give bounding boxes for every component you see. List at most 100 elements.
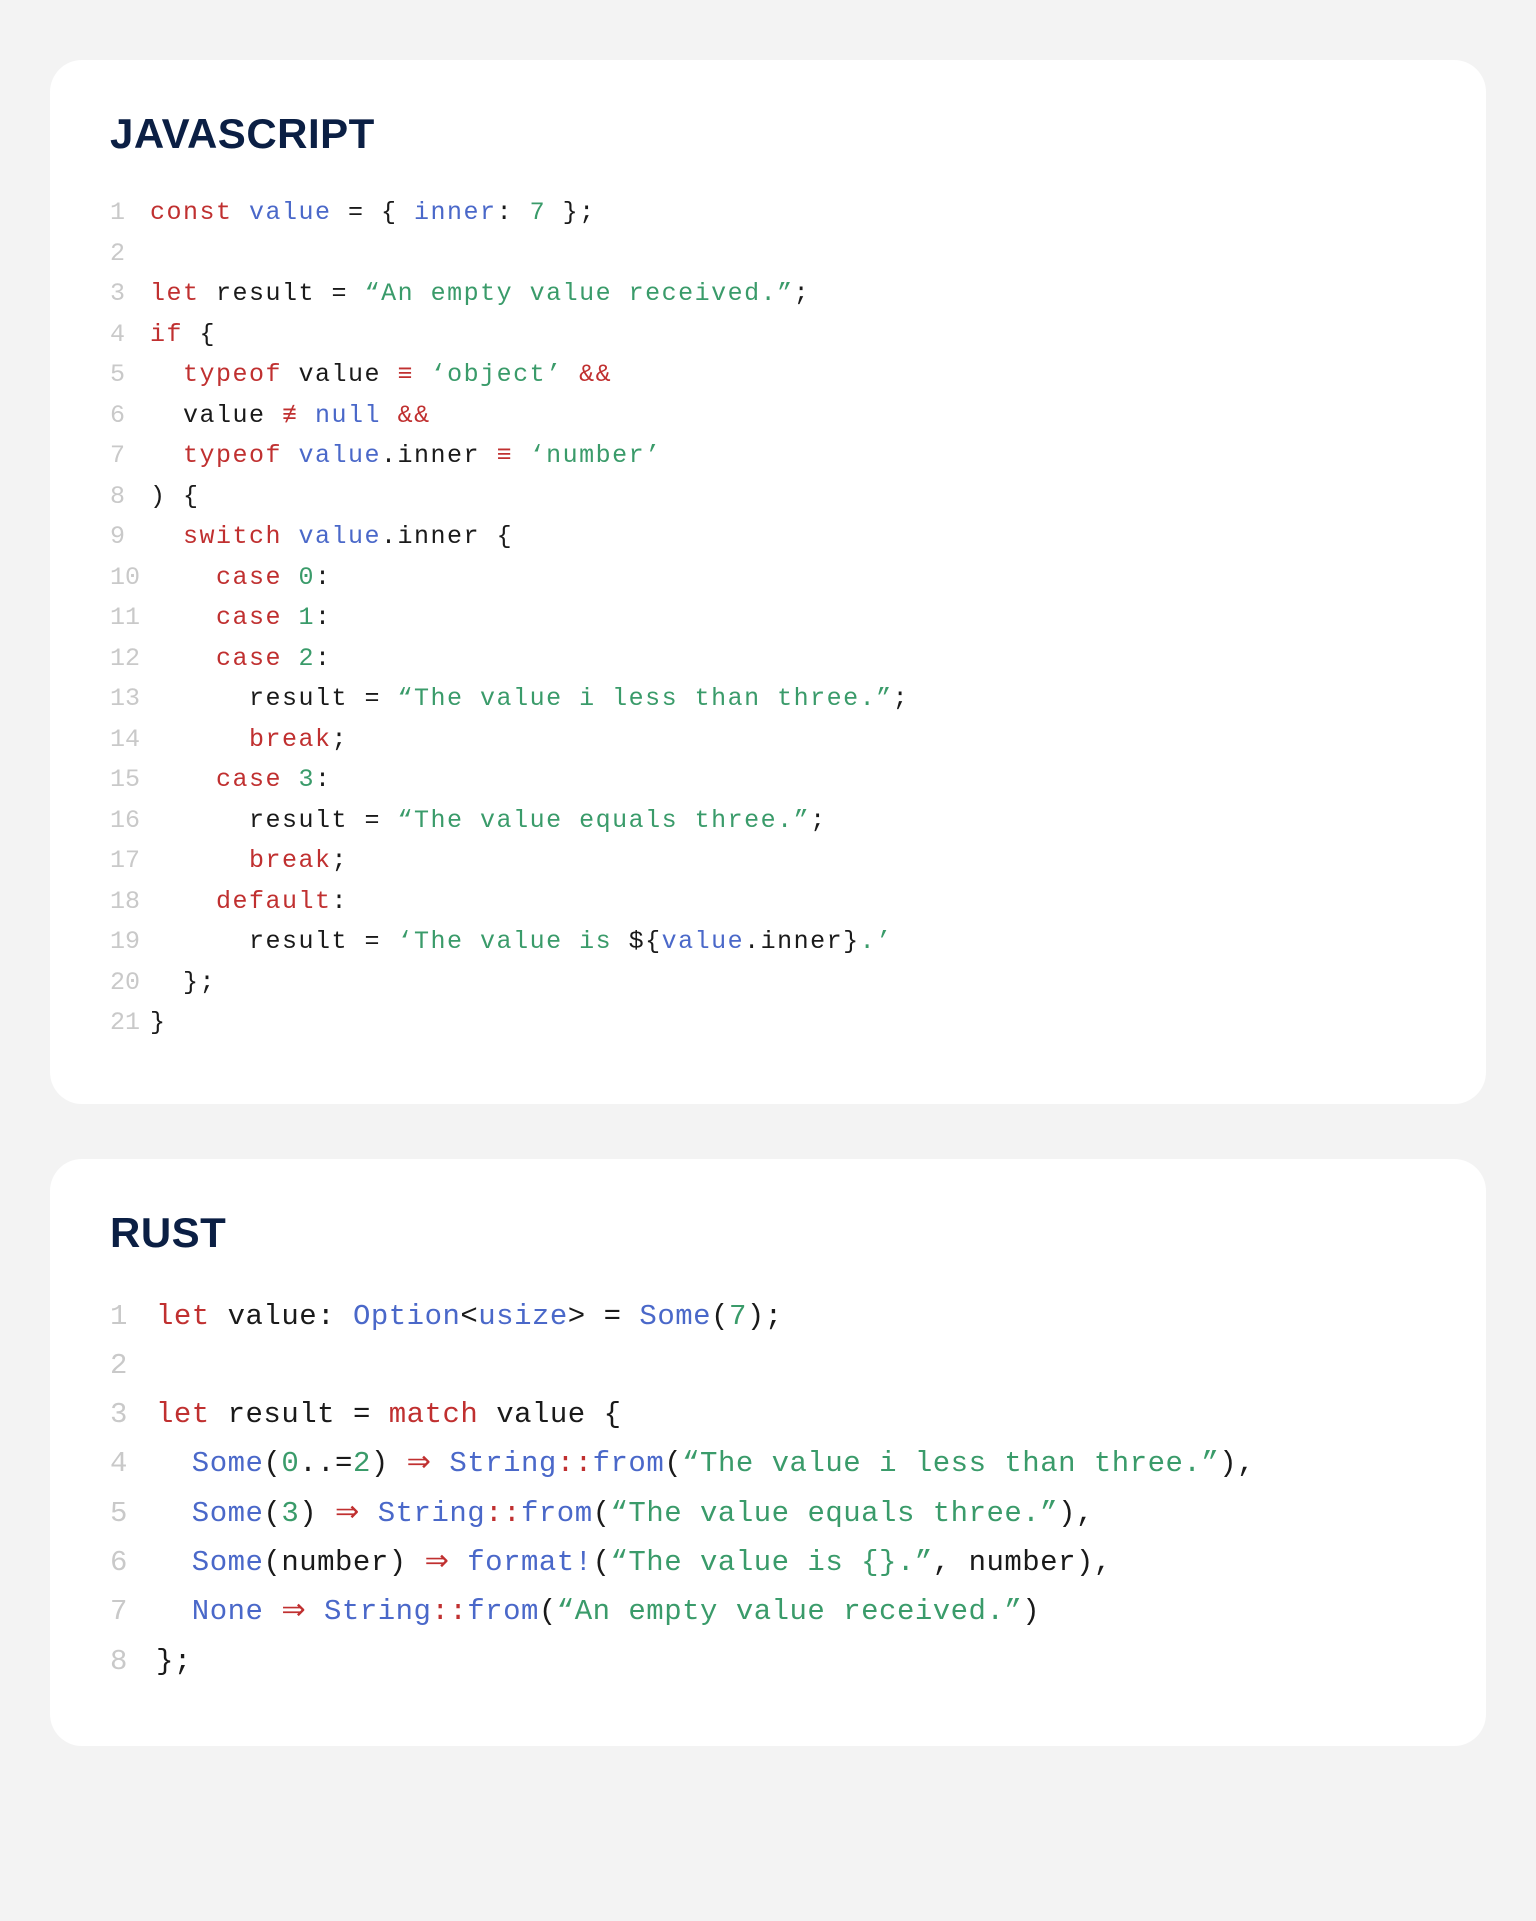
- code-token: format!: [467, 1546, 592, 1579]
- code-token: result: [216, 279, 332, 308]
- code-token: ;: [332, 725, 349, 754]
- code-token: break: [150, 725, 332, 754]
- code-token: ${: [629, 927, 662, 956]
- code-token: “The value i less than three.”: [682, 1447, 1219, 1480]
- line-number: 12: [110, 639, 150, 680]
- code-token: ⇒: [335, 1497, 378, 1530]
- code-token: ::: [485, 1497, 521, 1530]
- code-token: default: [150, 887, 332, 916]
- line-number: 16: [110, 801, 150, 842]
- code-token: “The value i less than three.”: [398, 684, 893, 713]
- code-token: switch: [150, 522, 299, 551]
- rust-card: RUST 1let value: Option<usize> = Some(7)…: [50, 1159, 1486, 1746]
- code-token: &&: [579, 360, 612, 389]
- code-token: ⇒: [407, 1447, 450, 1480]
- rust-title: RUST: [110, 1209, 1426, 1257]
- code-token: .inner: [744, 927, 843, 956]
- code-token: .’: [860, 927, 893, 956]
- code-token: “An empty value received.”: [365, 279, 794, 308]
- code-token: case: [150, 563, 299, 592]
- code-token: result =: [150, 806, 398, 835]
- code-token: .inner: [381, 441, 497, 470]
- line-number: 21: [110, 1003, 150, 1044]
- javascript-code-block: 1const value = { inner: 7 }; 2 3let resu…: [110, 193, 1426, 1044]
- line-number: 7: [110, 436, 150, 477]
- code-token: 2: [299, 644, 316, 673]
- line-number: 3: [110, 274, 150, 315]
- code-token: ;: [893, 684, 910, 713]
- code-token: (: [593, 1546, 611, 1579]
- code-token: ≡: [398, 360, 431, 389]
- code-token: ::: [431, 1595, 467, 1628]
- line-number: 7: [110, 1587, 156, 1636]
- code-token: [150, 239, 167, 268]
- code-token: “The value equals three.”: [611, 1497, 1059, 1530]
- code-token: ‘number’: [530, 441, 662, 470]
- code-token: &&: [398, 401, 431, 430]
- code-token: :: [497, 198, 530, 227]
- code-token: String: [378, 1497, 485, 1530]
- code-token: (: [664, 1447, 682, 1480]
- code-token: usize: [478, 1300, 568, 1333]
- code-token: typeof: [150, 360, 299, 389]
- code-token: :: [315, 603, 332, 632]
- code-token: (: [711, 1300, 729, 1333]
- code-token: :: [315, 563, 332, 592]
- code-token: .inner {: [381, 522, 513, 551]
- code-token: let: [156, 1398, 228, 1431]
- code-token: :: [332, 887, 349, 916]
- code-token: ),: [1219, 1447, 1255, 1480]
- code-token: Some: [156, 1546, 263, 1579]
- code-token: 7: [729, 1300, 747, 1333]
- line-number: 2: [110, 1341, 156, 1390]
- code-token: Option: [353, 1300, 460, 1333]
- line-number: 8: [110, 477, 150, 518]
- line-number: 17: [110, 841, 150, 882]
- code-token: result =: [150, 684, 398, 713]
- line-number: 2: [110, 234, 150, 275]
- line-number: 13: [110, 679, 150, 720]
- code-token: result =: [228, 1398, 389, 1431]
- code-token: (: [593, 1497, 611, 1530]
- line-number: 8: [110, 1637, 156, 1686]
- code-token: value: [299, 522, 382, 551]
- code-token: = {: [348, 198, 414, 227]
- code-token: “An empty value received.”: [557, 1595, 1022, 1628]
- code-token: ;: [810, 806, 827, 835]
- code-token: 3: [281, 1497, 299, 1530]
- code-token: (: [263, 1447, 281, 1480]
- code-token: String: [449, 1447, 556, 1480]
- code-token: case: [150, 603, 299, 632]
- code-token: ‘The value is: [398, 927, 629, 956]
- code-token: case: [150, 765, 299, 794]
- code-token: None: [156, 1595, 281, 1628]
- code-token: (: [539, 1595, 557, 1628]
- rust-code-block: 1let value: Option<usize> = Some(7); 2 3…: [110, 1292, 1426, 1686]
- line-number: 20: [110, 963, 150, 1004]
- code-token: ): [371, 1447, 407, 1480]
- line-number: 4: [110, 315, 150, 356]
- code-token: let: [150, 279, 216, 308]
- javascript-title: JAVASCRIPT: [110, 110, 1426, 158]
- code-token: }: [843, 927, 860, 956]
- code-token: Some: [156, 1497, 263, 1530]
- code-token: “The value equals three.”: [398, 806, 811, 835]
- line-number: 1: [110, 1292, 156, 1341]
- code-token: ): [1022, 1595, 1040, 1628]
- line-number: 6: [110, 396, 150, 437]
- code-token: const: [150, 198, 249, 227]
- code-token: ≡: [497, 441, 530, 470]
- code-token: }: [150, 1008, 167, 1037]
- line-number: 10: [110, 558, 150, 599]
- code-token: value: [249, 198, 348, 227]
- code-token: ),: [1058, 1497, 1094, 1530]
- line-number: 5: [110, 355, 150, 396]
- code-token: ⇒: [281, 1595, 324, 1628]
- line-number: 19: [110, 922, 150, 963]
- code-token: case: [150, 644, 299, 673]
- code-token: :: [315, 765, 332, 794]
- code-token: =: [332, 279, 365, 308]
- code-token: String: [324, 1595, 431, 1628]
- line-number: 9: [110, 517, 150, 558]
- code-token: if: [150, 320, 200, 349]
